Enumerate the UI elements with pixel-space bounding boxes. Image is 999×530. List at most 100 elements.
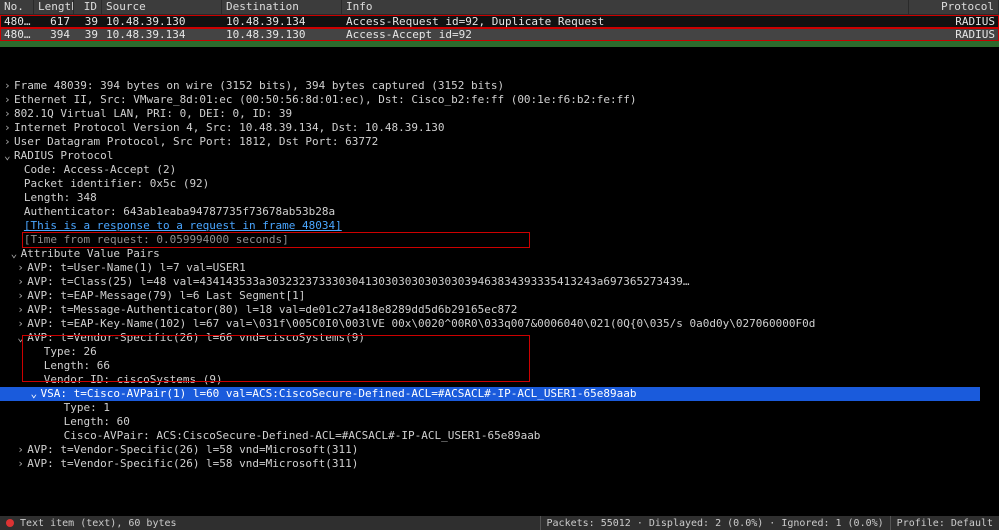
radius-code: Code: Access-Accept (2)	[24, 163, 176, 176]
expand-icon[interactable]: ›	[17, 261, 27, 275]
tree-row[interactable]: ›Frame 48039: 394 bytes on wire (3152 bi…	[4, 79, 999, 93]
cell-source: 10.48.39.130	[102, 15, 222, 28]
radius-authenticator: Authenticator: 643ab1eaba94787735f73678a…	[24, 205, 335, 218]
tree-row[interactable]: ⌄Attribute Value Pairs	[4, 247, 999, 261]
tree-ip: Internet Protocol Version 4, Src: 10.48.…	[14, 121, 444, 134]
tree-row[interactable]: ›AVP: t=EAP-Key-Name(102) l=67 val=\031f…	[4, 317, 999, 331]
tree-radius: RADIUS Protocol	[14, 149, 113, 162]
col-header-source[interactable]: Source	[102, 0, 222, 14]
expand-icon[interactable]: ⌄	[4, 149, 14, 163]
expand-icon[interactable]: ›	[17, 289, 27, 303]
expand-icon[interactable]: ›	[17, 457, 27, 471]
vendor-type: Type: 26	[44, 345, 97, 358]
vsa-length: Length: 60	[64, 415, 130, 428]
avp-header: Attribute Value Pairs	[21, 247, 160, 260]
col-header-no[interactable]: No.	[0, 0, 34, 14]
tree-row: Packet identifier: 0x5c (92)	[4, 177, 999, 191]
tree-row: Type: 26	[4, 345, 999, 359]
packet-details-pane[interactable]: ›Frame 48039: 394 bytes on wire (3152 bi…	[0, 79, 999, 471]
col-header-id[interactable]: ID	[74, 0, 102, 14]
tree-row[interactable]: ›Internet Protocol Version 4, Src: 10.48…	[4, 121, 999, 135]
status-bar: Text item (text), 60 bytes Packets: 5501…	[0, 516, 999, 530]
vsa-cisco-pair: Cisco-AVPair: ACS:CiscoSecure-Defined-AC…	[64, 429, 541, 442]
col-header-info[interactable]: Info	[342, 0, 909, 14]
col-header-length[interactable]: Length	[34, 0, 74, 14]
tree-row: Length: 348	[4, 191, 999, 205]
expand-icon[interactable]: ⌄	[17, 331, 27, 345]
avp-eap-key-name: AVP: t=EAP-Key-Name(102) l=67 val=\031f\…	[27, 317, 815, 330]
col-header-protocol[interactable]: Protocol	[909, 0, 999, 14]
cell-length: 617	[34, 15, 74, 28]
avp-eap-message: AVP: t=EAP-Message(79) l=6 Last Segment[…	[27, 289, 305, 302]
tree-row[interactable]: ›AVP: t=Class(25) l=48 val=434143533a303…	[4, 275, 999, 289]
expand-icon[interactable]: ›	[4, 107, 14, 121]
tree-row: Vendor ID: ciscoSystems (9)	[4, 373, 999, 387]
cell-no: 480…	[0, 15, 34, 28]
cell-length: 394	[34, 28, 74, 41]
col-header-destination[interactable]: Destination	[222, 0, 342, 14]
response-link[interactable]: [This is a response to a request in fram…	[24, 219, 342, 232]
expand-icon[interactable]: ›	[17, 303, 27, 317]
avp-vendor-ms: AVP: t=Vendor-Specific(26) l=58 vnd=Micr…	[27, 457, 358, 470]
expand-icon[interactable]: ›	[4, 93, 14, 107]
tree-row[interactable]: ›User Datagram Protocol, Src Port: 1812,…	[4, 135, 999, 149]
tree-row[interactable]: ⌄AVP: t=Vendor-Specific(26) l=66 vnd=cis…	[4, 331, 999, 345]
tree-row[interactable]: ›AVP: t=Vendor-Specific(26) l=58 vnd=Mic…	[4, 443, 999, 457]
packet-list-header: No. Length ID Source Destination Info Pr…	[0, 0, 999, 15]
tree-row: [Time from request: 0.059994000 seconds]	[4, 233, 999, 247]
expand-icon[interactable]: ›	[4, 121, 14, 135]
tree-vlan: 802.1Q Virtual LAN, PRI: 0, DEI: 0, ID: …	[14, 107, 292, 120]
status-packets: Packets: 55012 · Displayed: 2 (0.0%) · I…	[540, 516, 890, 530]
vendor-id: Vendor ID: ciscoSystems (9)	[44, 373, 223, 386]
tree-row[interactable]: [This is a response to a request in fram…	[4, 219, 999, 233]
status-profile[interactable]: Profile: Default	[890, 516, 999, 530]
cell-no: 480…	[0, 28, 34, 41]
tree-row: Authenticator: 643ab1eaba94787735f73678a…	[4, 205, 999, 219]
tree-row[interactable]: ›802.1Q Virtual LAN, PRI: 0, DEI: 0, ID:…	[4, 107, 999, 121]
cell-source: 10.48.39.134	[102, 28, 222, 41]
tree-row: Length: 66	[4, 359, 999, 373]
radius-packet-id: Packet identifier: 0x5c (92)	[24, 177, 209, 190]
time-from-request: [Time from request: 0.059994000 seconds]	[24, 233, 289, 246]
tree-row[interactable]: ›AVP: t=Message-Authenticator(80) l=18 v…	[4, 303, 999, 317]
packet-row[interactable]: 480… 617 39 10.48.39.130 10.48.39.134 Ac…	[0, 15, 999, 28]
tree-row[interactable]: ⌄RADIUS Protocol	[4, 149, 999, 163]
expand-icon[interactable]: ⌄	[11, 247, 21, 261]
tree-udp: User Datagram Protocol, Src Port: 1812, …	[14, 135, 378, 148]
tree-ethernet: Ethernet II, Src: VMware_8d:01:ec (00:50…	[14, 93, 637, 106]
tree-row: Length: 60	[4, 415, 999, 429]
tree-row[interactable]: ›AVP: t=User-Name(1) l=7 val=USER1	[4, 261, 999, 275]
cell-info: Access-Request id=92, Duplicate Request	[342, 15, 909, 28]
avp-vendor-cisco: AVP: t=Vendor-Specific(26) l=66 vnd=cisc…	[27, 331, 365, 344]
expand-icon[interactable]: ›	[17, 443, 27, 457]
avp-message-authenticator: AVP: t=Message-Authenticator(80) l=18 va…	[27, 303, 517, 316]
avp-class: AVP: t=Class(25) l=48 val=434143533a3032…	[27, 275, 689, 288]
tree-row[interactable]: ›AVP: t=EAP-Message(79) l=6 Last Segment…	[4, 289, 999, 303]
cell-protocol: RADIUS	[909, 15, 999, 28]
avp-vendor-ms: AVP: t=Vendor-Specific(26) l=58 vnd=Micr…	[27, 443, 358, 456]
expand-icon[interactable]: ⌄	[31, 387, 41, 401]
tree-row[interactable]: ⌄VSA: t=Cisco-AVPair(1) l=60 val=ACS:Cis…	[4, 387, 999, 401]
cell-id: 39	[74, 28, 102, 41]
tree-row[interactable]: ›AVP: t=Vendor-Specific(26) l=58 vnd=Mic…	[4, 457, 999, 471]
tree-row: Code: Access-Accept (2)	[4, 163, 999, 177]
status-item-text: Text item (text), 60 bytes	[20, 518, 177, 529]
avp-user-name: AVP: t=User-Name(1) l=7 val=USER1	[27, 261, 246, 274]
expert-info-icon[interactable]	[6, 519, 14, 527]
cell-info: Access-Accept id=92	[342, 28, 909, 41]
packet-row[interactable]: 480… 394 39 10.48.39.134 10.48.39.130 Ac…	[0, 28, 999, 41]
cell-protocol: RADIUS	[909, 28, 999, 41]
tree-row: Type: 1	[4, 401, 999, 415]
tree-row[interactable]: ›Ethernet II, Src: VMware_8d:01:ec (00:5…	[4, 93, 999, 107]
cell-id: 39	[74, 15, 102, 28]
divider	[0, 41, 999, 47]
expand-icon[interactable]: ›	[17, 317, 27, 331]
expand-icon[interactable]: ›	[4, 79, 14, 93]
expand-icon[interactable]: ›	[17, 275, 27, 289]
vsa-cisco-avpair: VSA: t=Cisco-AVPair(1) l=60 val=ACS:Cisc…	[41, 387, 637, 400]
expand-icon[interactable]: ›	[4, 135, 14, 149]
cell-dest: 10.48.39.134	[222, 15, 342, 28]
cell-dest: 10.48.39.130	[222, 28, 342, 41]
tree-frame-summary: Frame 48039: 394 bytes on wire (3152 bit…	[14, 79, 504, 92]
radius-length: Length: 348	[24, 191, 97, 204]
